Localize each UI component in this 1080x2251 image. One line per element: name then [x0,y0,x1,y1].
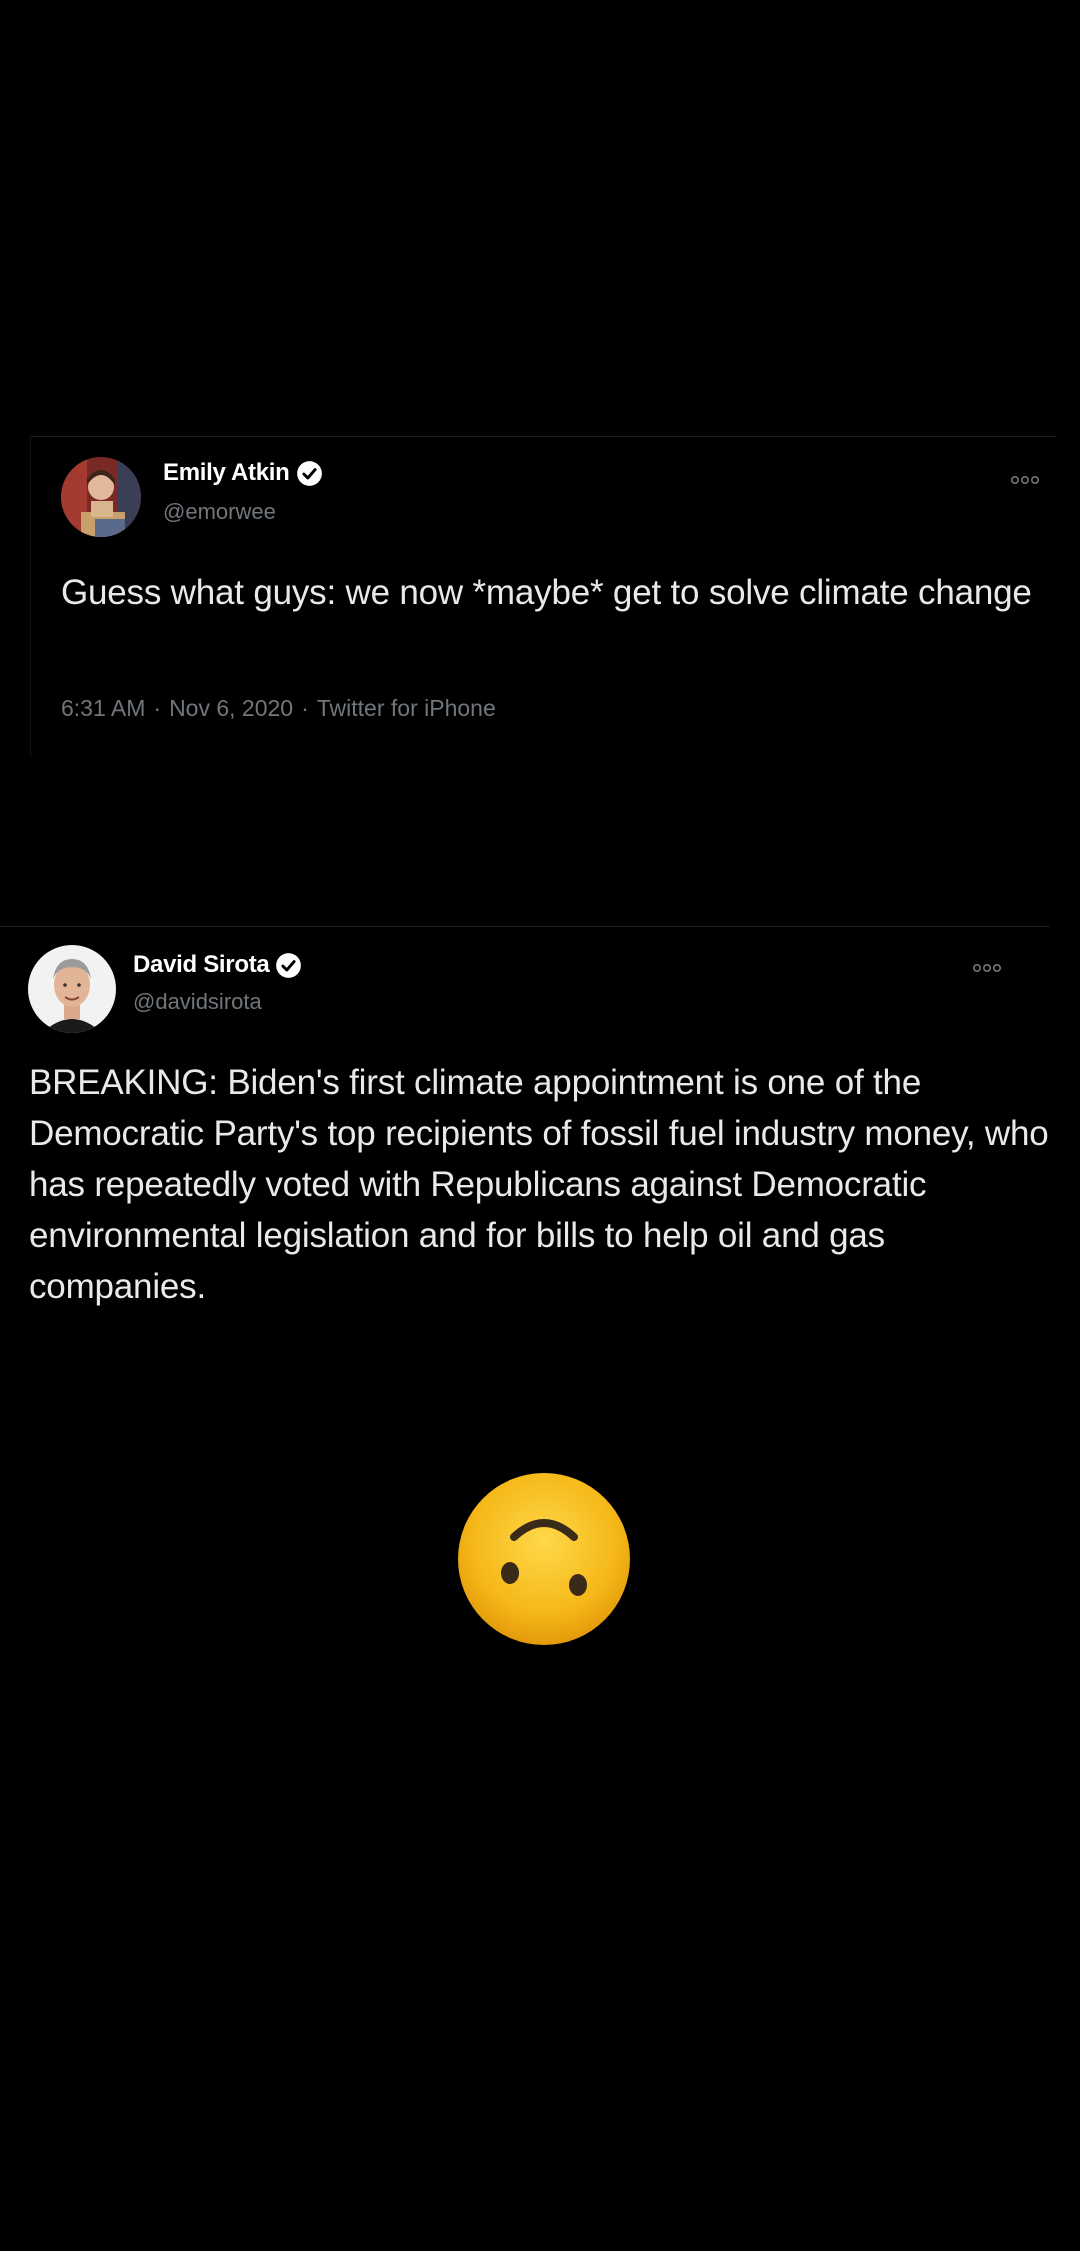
tweet-card-emily-atkin[interactable]: Emily Atkin @emorwee Guess what guys: we… [30,436,1056,757]
verified-badge-icon [276,952,302,978]
tweet-time[interactable]: 6:31 AM [61,695,145,721]
tweet-text: Guess what guys: we now *maybe* get to s… [61,573,1032,612]
tweet-card-david-sirota[interactable]: David Sirota @davidsirota BREAKING: Bide… [0,926,1050,1347]
separator: · [301,695,309,721]
avatar[interactable] [28,945,116,1033]
tweet-date[interactable]: Nov 6, 2020 [169,695,293,721]
tweet-text: BREAKING: Biden's first climate appointm… [29,1063,1049,1306]
upside-down-face-icon [458,1473,630,1645]
author-row: David Sirota [133,951,302,979]
display-name[interactable]: Emily Atkin [163,459,290,487]
separator: · [153,695,162,721]
more-options-icon[interactable] [972,961,1002,975]
verified-badge-icon [296,460,322,486]
avatar[interactable] [61,457,141,537]
display-name[interactable]: David Sirota [133,951,270,979]
handle[interactable]: @emorwee [163,499,276,525]
avatar-image [61,457,141,537]
tweet-meta: 6:31 AM · Nov 6, 2020 · Twitter for iPhone [61,695,496,722]
avatar-image [28,945,116,1033]
more-options-icon[interactable] [1010,473,1040,487]
tweet-source[interactable]: Twitter for iPhone [317,695,496,721]
author-row: Emily Atkin [163,459,323,487]
handle[interactable]: @davidsirota [133,989,262,1015]
